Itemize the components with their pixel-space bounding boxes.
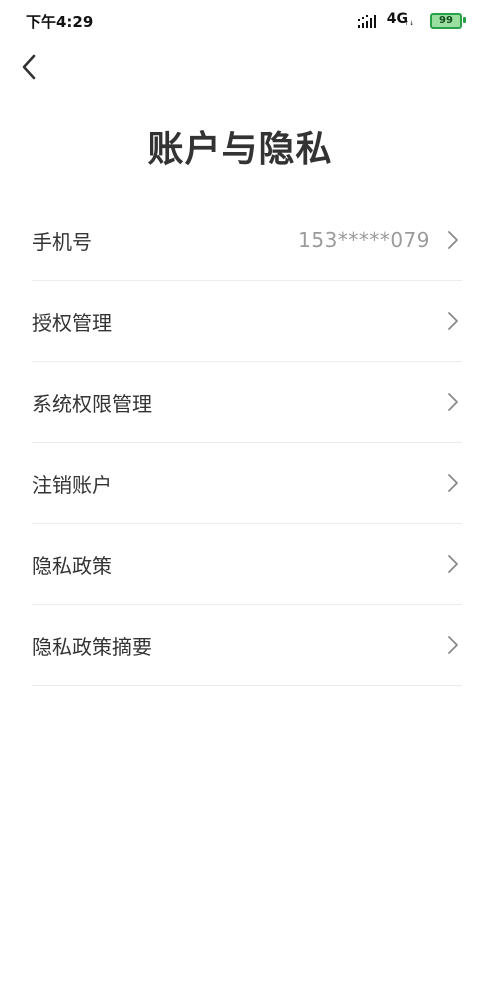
network-activity-icon: ↑↓ [403,20,414,27]
phone-number-value: 153*****079 [298,228,430,252]
chevron-right-icon [448,636,458,654]
menu-item-system-permissions[interactable]: 系统权限管理 [32,362,462,443]
menu-item-phone[interactable]: 手机号 153*****079 [32,200,462,281]
battery-tip [463,17,466,23]
status-indicators: 4G ↑↓ 99 [344,11,466,31]
chevron-right-icon [448,393,458,411]
menu-item-delete-account[interactable]: 注销账户 [32,443,462,524]
menu-item-label: 系统权限管理 [32,391,152,416]
page-title: 账户与隐私 [147,129,333,170]
menu-item-privacy-summary[interactable]: 隐私政策摘要 [32,605,462,686]
settings-menu: 手机号 153*****079 授权管理 系统权限管理 注销账户 隐私政策 隐私… [32,200,462,686]
chevron-left-icon [22,54,36,80]
chevron-right-icon [448,555,458,573]
signal-icon [358,15,376,28]
menu-item-privacy-policy[interactable]: 隐私政策 [32,524,462,605]
menu-item-label: 隐私政策摘要 [32,634,152,659]
menu-item-label: 隐私政策 [32,553,112,578]
back-button[interactable] [14,52,44,82]
chevron-right-icon [448,312,458,330]
battery-icon: 99 [430,13,462,29]
menu-item-label: 授权管理 [32,310,112,335]
status-time: 下午4:29 [26,13,94,31]
chevron-right-icon [448,231,458,249]
chevron-right-icon [448,474,458,492]
status-bar: 下午4:29 4G ↑↓ 99 [0,0,480,40]
menu-item-authorization[interactable]: 授权管理 [32,281,462,362]
menu-item-label: 注销账户 [32,472,112,497]
menu-item-label: 手机号 [32,229,92,254]
